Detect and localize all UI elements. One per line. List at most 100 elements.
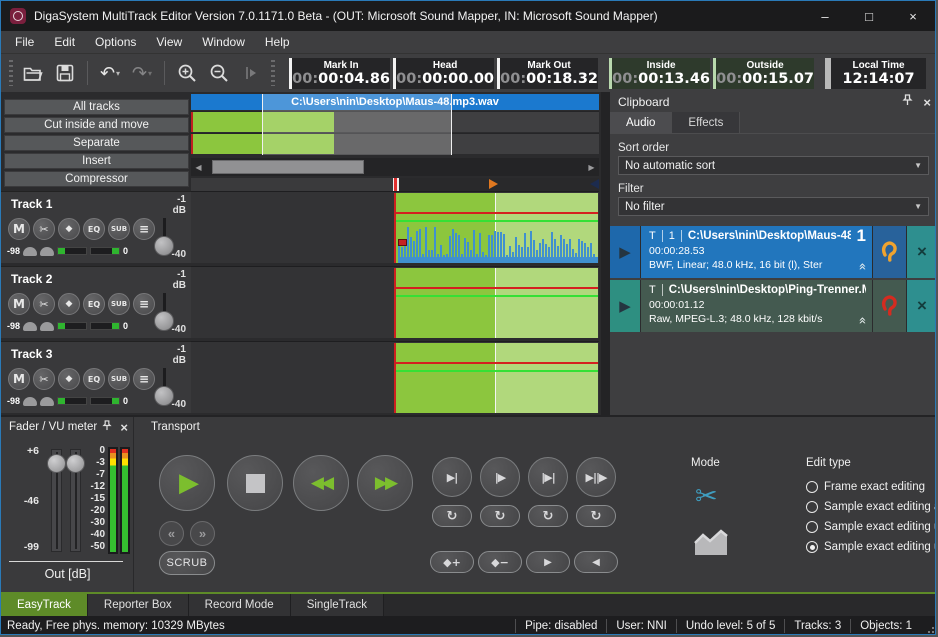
resize-grip[interactable] bbox=[921, 616, 936, 635]
time-display-outside[interactable]: Outside 00:00:15.07 bbox=[713, 58, 814, 89]
radio-icon[interactable] bbox=[806, 501, 818, 513]
time-ruler[interactable] bbox=[191, 178, 599, 191]
time-display-head[interactable]: Head 00:00:00.00 bbox=[393, 58, 494, 89]
toolbar-grip[interactable] bbox=[9, 60, 13, 86]
time-display-mark-out[interactable]: Mark Out 00:00:18.32 bbox=[497, 58, 598, 89]
mute-button[interactable]: M bbox=[8, 293, 30, 315]
insert-button[interactable]: Insert bbox=[4, 153, 189, 169]
clipboard-entry[interactable]: ▶ T 1 C:\Users\nin\Desktop\Maus-48 1 00:… bbox=[610, 226, 936, 278]
clip-envelope-line[interactable] bbox=[396, 295, 598, 297]
track2-audio-clip[interactable] bbox=[396, 268, 598, 338]
nudge-back-button[interactable]: ◀ bbox=[574, 551, 618, 573]
tab-reporter-box[interactable]: Reporter Box bbox=[88, 594, 189, 616]
scissors-button[interactable]: ✂ bbox=[33, 368, 55, 390]
zoom-out-icon[interactable] bbox=[205, 59, 233, 87]
cut-mode-scissors-icon[interactable]: ✂ bbox=[695, 481, 718, 512]
menu-options[interactable]: Options bbox=[85, 32, 146, 52]
remove-entry-button[interactable]: × bbox=[907, 226, 936, 278]
clip-envelope-line[interactable] bbox=[396, 220, 598, 222]
redo-icon[interactable]: ↷▾ bbox=[128, 59, 156, 87]
scissors-button[interactable]: ✂ bbox=[33, 218, 55, 240]
clip-edit-handle[interactable] bbox=[398, 239, 407, 246]
playhead-marker[interactable] bbox=[393, 178, 399, 191]
end-marker[interactable] bbox=[590, 179, 599, 189]
loop-button[interactable]: ↻ bbox=[576, 505, 616, 527]
pan-knob[interactable] bbox=[40, 322, 54, 331]
pan-knob[interactable] bbox=[23, 322, 37, 331]
scrub-button[interactable]: SCRUB bbox=[159, 551, 215, 575]
pan-knob[interactable] bbox=[23, 397, 37, 406]
eq-button[interactable]: EQ bbox=[83, 293, 105, 315]
cut-inside-and-move-button[interactable]: Cut inside and move bbox=[4, 117, 189, 133]
save-icon[interactable] bbox=[51, 59, 79, 87]
play-to-mark-button[interactable]: ▶| bbox=[432, 457, 472, 497]
clip-level-line[interactable] bbox=[396, 287, 598, 289]
time-display-local-time[interactable]: Local Time 12:14:07 bbox=[825, 58, 926, 89]
clip-envelope-line[interactable] bbox=[396, 370, 598, 372]
loop-button[interactable]: ↻ bbox=[528, 505, 568, 527]
track-fader-knob[interactable] bbox=[154, 236, 174, 256]
all-tracks-button[interactable]: All tracks bbox=[4, 99, 189, 115]
track-menu-button[interactable]: ≡ bbox=[133, 368, 155, 390]
sub-button[interactable]: SUB bbox=[108, 368, 130, 390]
tab-record-mode[interactable]: Record Mode bbox=[189, 594, 291, 616]
delete-marker-button[interactable]: ◆− bbox=[478, 551, 522, 573]
project-overview[interactable]: C:\Users\nin\Desktop\Maus-48.mp3.wav bbox=[191, 94, 599, 155]
radio-frame-exact[interactable]: Frame exact editing bbox=[806, 477, 936, 497]
overview-selection[interactable] bbox=[262, 94, 452, 155]
radio-icon-selected[interactable] bbox=[806, 541, 818, 553]
marker-button[interactable]: ◆ bbox=[58, 293, 80, 315]
radio-sample-exact-2[interactable]: Sample exact editing us bbox=[806, 517, 936, 537]
clip-level-line[interactable] bbox=[396, 212, 598, 214]
track1-lane[interactable] bbox=[191, 191, 599, 263]
compressor-button[interactable]: Compressor bbox=[4, 171, 189, 187]
entry-details[interactable]: T 1 C:\Users\nin\Desktop\Maus-48 1 00:00… bbox=[641, 226, 872, 278]
loop-button[interactable]: ↻ bbox=[480, 505, 520, 527]
close-panel-icon[interactable]: × bbox=[923, 95, 931, 110]
zoom-in-icon[interactable] bbox=[173, 59, 201, 87]
goto-marker-icon[interactable] bbox=[237, 59, 265, 87]
close-panel-icon[interactable]: × bbox=[120, 420, 128, 435]
radio-icon[interactable] bbox=[806, 521, 818, 533]
eq-button[interactable]: EQ bbox=[83, 218, 105, 240]
track-fader-knob[interactable] bbox=[154, 311, 174, 331]
remove-entry-button[interactable]: × bbox=[907, 280, 936, 332]
mute-button[interactable]: M bbox=[8, 218, 30, 240]
menu-window[interactable]: Window bbox=[192, 32, 255, 52]
close-button[interactable]: × bbox=[891, 1, 935, 31]
track-menu-button[interactable]: ≡ bbox=[133, 218, 155, 240]
time-display-inside[interactable]: Inside 00:00:13.46 bbox=[609, 58, 710, 89]
scrollbar-thumb[interactable] bbox=[212, 160, 364, 174]
marker-button[interactable]: ◆ bbox=[58, 368, 80, 390]
separate-button[interactable]: Separate bbox=[4, 135, 189, 151]
maximize-button[interactable]: □ bbox=[847, 1, 891, 31]
prelisten-ear-icon[interactable] bbox=[873, 280, 906, 332]
tab-effects[interactable]: Effects bbox=[672, 112, 740, 133]
stop-button[interactable] bbox=[227, 455, 283, 511]
radio-sample-exact-1[interactable]: Sample exact editing at bbox=[806, 497, 936, 517]
marker-button[interactable]: ◆ bbox=[58, 218, 80, 240]
play-button[interactable]: ▶ bbox=[159, 455, 215, 511]
pan-knob[interactable] bbox=[40, 397, 54, 406]
scroll-left-arrow[interactable]: ◀ bbox=[191, 158, 206, 176]
prev-marker-button[interactable]: « bbox=[159, 521, 184, 546]
entry-details[interactable]: T C:\Users\nin\Desktop\Ping-Trenner.M 00… bbox=[641, 280, 872, 332]
menu-file[interactable]: File bbox=[5, 32, 44, 52]
minimize-button[interactable]: – bbox=[803, 1, 847, 31]
time-display-mark-in[interactable]: Mark In 00:00:04.86 bbox=[289, 58, 390, 89]
loop-button[interactable]: ↻ bbox=[432, 505, 472, 527]
mute-button[interactable]: M bbox=[8, 368, 30, 390]
pan-knob[interactable] bbox=[23, 247, 37, 256]
pin-icon[interactable] bbox=[902, 93, 913, 111]
track-menu-button[interactable]: ≡ bbox=[133, 293, 155, 315]
pan-knob[interactable] bbox=[40, 247, 54, 256]
play-around-mark-button[interactable]: ▶||▶ bbox=[576, 457, 616, 497]
pin-icon[interactable] bbox=[102, 420, 112, 434]
play-between-marks-button[interactable]: |▶| bbox=[528, 457, 568, 497]
scroll-right-arrow[interactable]: ▶ bbox=[584, 158, 599, 176]
sub-button[interactable]: SUB bbox=[108, 293, 130, 315]
collapse-chevrons-icon[interactable]: « bbox=[855, 263, 870, 271]
toolbar-grip[interactable] bbox=[271, 60, 275, 86]
output-fader-knob[interactable] bbox=[47, 454, 66, 473]
fast-forward-button[interactable]: ▶▶ bbox=[357, 455, 413, 511]
